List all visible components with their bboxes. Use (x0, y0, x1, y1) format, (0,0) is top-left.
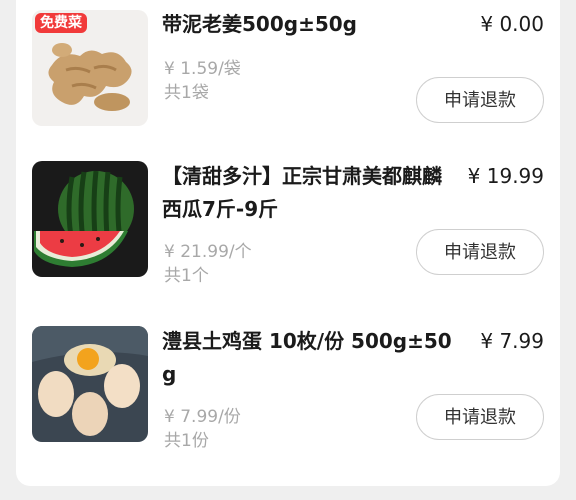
refund-button[interactable]: 申请退款 (416, 229, 544, 275)
product-title[interactable]: 带泥老姜500g±50g (162, 8, 452, 41)
order-item-ginger[interactable]: 免费菜 带泥老姜500g±50g ¥ 0.00 ¥ 1.59/袋 共1袋 申请退… (16, 0, 560, 130)
unit-price: ¥ 1.59/袋 (164, 59, 241, 79)
refund-button[interactable]: 申请退款 (416, 394, 544, 440)
order-items-card: 免费菜 带泥老姜500g±50g ¥ 0.00 ¥ 1.59/袋 共1袋 申请退… (16, 0, 560, 486)
product-title[interactable]: 澧县土鸡蛋 10枚/份 500g±50g (162, 325, 452, 391)
eggs-image[interactable] (32, 326, 148, 442)
refund-button[interactable]: 申请退款 (416, 77, 544, 123)
unit-price: ¥ 21.99/个 (164, 242, 252, 262)
quantity-label: 共1袋 (164, 83, 209, 103)
product-price: ¥ 0.00 (480, 12, 544, 36)
order-item-eggs[interactable]: 澧县土鸡蛋 10枚/份 500g±50g ¥ 7.99 ¥ 7.99/份 共1份… (16, 315, 560, 451)
product-price: ¥ 7.99 (480, 329, 544, 353)
order-item-watermelon[interactable]: 【清甜多汁】正宗甘肃美都麒麟西瓜7斤-9斤 ¥ 19.99 ¥ 21.99/个 … (16, 150, 560, 286)
watermelon-image[interactable] (32, 161, 148, 277)
ginger-image[interactable]: 免费菜 (32, 10, 148, 126)
quantity-label: 共1个 (164, 266, 209, 286)
free-badge: 免费菜 (35, 13, 87, 33)
unit-price: ¥ 7.99/份 (164, 407, 241, 427)
quantity-label: 共1份 (164, 431, 209, 451)
product-price: ¥ 19.99 (467, 164, 544, 188)
product-title[interactable]: 【清甜多汁】正宗甘肃美都麒麟西瓜7斤-9斤 (162, 160, 452, 226)
